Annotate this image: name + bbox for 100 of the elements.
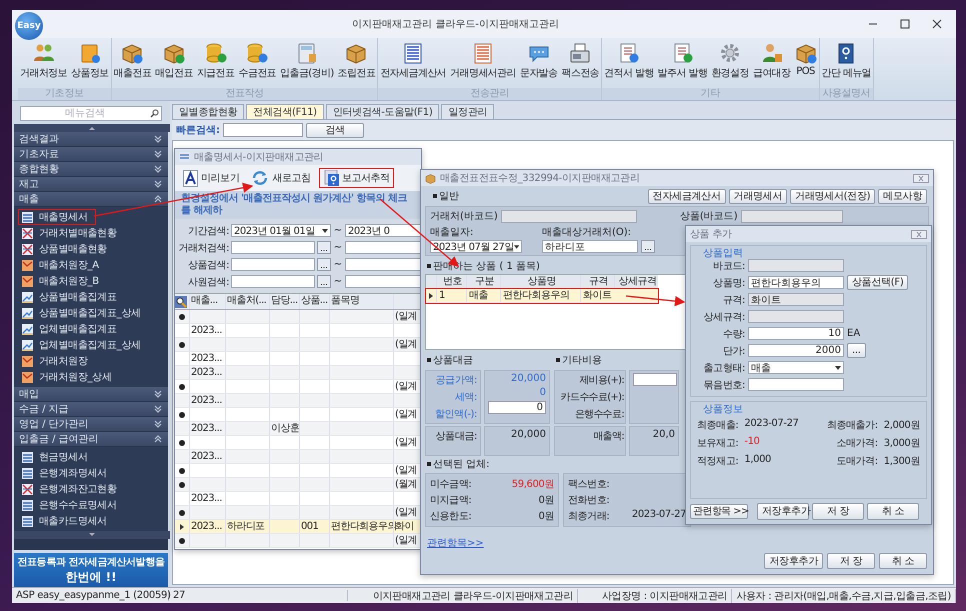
- filter-field[interactable]: [231, 241, 315, 254]
- tab[interactable]: 일정관리: [441, 104, 494, 120]
- toolbar-button[interactable]: 수금전표: [236, 42, 278, 80]
- expand-icon[interactable]: [179, 314, 185, 320]
- expand-icon[interactable]: [179, 412, 185, 418]
- maximize-icon[interactable]: [900, 19, 910, 29]
- toolbar-button[interactable]: 발주서 발행: [656, 42, 710, 80]
- expand-icon[interactable]: [179, 538, 185, 544]
- dialog-button[interactable]: 저장후추가: [757, 503, 809, 520]
- document-button[interactable]: 거래명세서: [728, 189, 788, 204]
- toolbar-button[interactable]: 환경설정: [709, 42, 751, 80]
- tab[interactable]: 일별종합현황: [172, 104, 244, 120]
- lookup-button[interactable]: ...: [317, 241, 331, 254]
- menu-section-header[interactable]: 종합현황: [14, 162, 168, 177]
- menu-section-header[interactable]: 매출: [14, 192, 168, 207]
- search-icon[interactable]: [175, 296, 187, 308]
- filter-field[interactable]: 2023년 0: [345, 224, 421, 237]
- filter-field[interactable]: [345, 241, 421, 254]
- quick-search-field[interactable]: [223, 123, 303, 137]
- toolbar-button[interactable]: 거래명세서관리: [448, 42, 518, 80]
- cost-field[interactable]: [633, 373, 677, 386]
- lookup-button[interactable]: ...: [317, 258, 331, 271]
- menu-item[interactable]: 은행계좌명세서: [18, 465, 164, 481]
- column-header[interactable]: 품목명: [329, 294, 393, 309]
- menu-section-header[interactable]: 매입: [14, 387, 168, 402]
- column-header[interactable]: 매출처(...: [225, 294, 269, 309]
- toolbar-button[interactable]: 상품정보: [69, 42, 111, 80]
- menu-item[interactable]: 매출카드명세서: [18, 513, 164, 529]
- menu-item[interactable]: 상품별매출집계표: [18, 289, 164, 305]
- expand-icon[interactable]: [179, 468, 185, 474]
- menu-item[interactable]: 매출명세서: [18, 209, 96, 225]
- menu-item[interactable]: 업체별매출집계표_상세: [18, 337, 164, 353]
- toolbar-button[interactable]: 지급전표: [194, 42, 236, 80]
- toolbar-button[interactable]: 매입전표: [153, 42, 195, 80]
- select-button[interactable]: ...: [847, 343, 866, 358]
- close-icon[interactable]: [932, 19, 942, 29]
- tab[interactable]: 전체검색(F11): [246, 104, 324, 120]
- tab[interactable]: 인터넷검색-도움말(F1): [326, 104, 440, 120]
- expand-icon[interactable]: [179, 440, 185, 446]
- menu-item[interactable]: 은행계좌잔고현황: [18, 481, 164, 497]
- menu-item[interactable]: 은행수수료명세서: [18, 497, 164, 513]
- menu-item[interactable]: 업체별매출집계표: [18, 321, 164, 337]
- toolbar-button[interactable]: 견적서 발행: [602, 42, 656, 80]
- menu-item[interactable]: 거래처원장: [18, 353, 164, 369]
- menu-item[interactable]: 매출처원장_A: [18, 257, 164, 273]
- toolbar-button[interactable]: 보고서추적: [318, 168, 394, 188]
- related-items-button[interactable]: 관련항목 >>: [690, 504, 748, 519]
- menu-item[interactable]: 상품별매출집계표_상세: [18, 305, 164, 321]
- menu-section-header[interactable]: 검색결과: [14, 132, 168, 147]
- barcode-field[interactable]: [500, 210, 637, 222]
- menu-section-header[interactable]: 수금 / 지급: [14, 402, 168, 417]
- toolbar-button[interactable]: 조립전표: [336, 42, 378, 80]
- toolbar-button[interactable]: 새로고침: [247, 168, 315, 188]
- footer-button[interactable]: 저 장: [827, 553, 875, 569]
- expand-icon[interactable]: [179, 384, 185, 390]
- filter-field[interactable]: [231, 258, 315, 271]
- toolbar-button[interactable]: 미리보기: [179, 168, 244, 188]
- lookup-button[interactable]: ...: [641, 240, 655, 253]
- toolbar-button[interactable]: 문자발송: [518, 42, 560, 80]
- filter-field[interactable]: [345, 275, 421, 288]
- menu-item[interactable]: 매출처원장_B: [18, 273, 164, 289]
- menu-section-header[interactable]: 재고: [14, 177, 168, 192]
- toolbar-button[interactable]: 매출전표: [112, 42, 154, 80]
- column-header[interactable]: 매출...: [189, 294, 225, 309]
- filter-field[interactable]: [231, 275, 315, 288]
- document-button[interactable]: 메모사항: [878, 189, 927, 204]
- menu-item[interactable]: 상품별매출현황: [18, 241, 164, 257]
- toolbar-button[interactable]: 거래처정보: [18, 42, 70, 80]
- toolbar-button[interactable]: 간단 메뉴얼: [820, 42, 874, 80]
- barcode-field[interactable]: [740, 210, 843, 222]
- toolbar-button[interactable]: POS: [792, 42, 819, 77]
- menu-search-field[interactable]: 메뉴검색: [20, 106, 162, 121]
- promo-banner[interactable]: 전표등록과 전자세금계산서발행을 한번에 !!: [14, 553, 168, 587]
- search-button[interactable]: 검색: [306, 122, 364, 138]
- toolbar-button[interactable]: 급여대장: [750, 42, 793, 80]
- expand-icon[interactable]: [179, 510, 185, 516]
- dialog-button[interactable]: 저 장: [812, 503, 864, 520]
- dialog-button[interactable]: 취 소: [867, 503, 919, 520]
- lookup-button[interactable]: ...: [317, 275, 331, 288]
- date-dropdown[interactable]: 2023년 01월 01일: [231, 224, 331, 237]
- text-field[interactable]: 편한다회용우의: [748, 276, 844, 289]
- toolbar-button[interactable]: 전자세금계산서: [378, 42, 448, 80]
- dropdown[interactable]: 매출: [748, 361, 844, 374]
- client-field[interactable]: 하라디포: [542, 240, 638, 253]
- column-header[interactable]: 담당...: [269, 294, 299, 309]
- filter-field[interactable]: [345, 258, 421, 271]
- footer-button[interactable]: 취 소: [879, 553, 927, 569]
- number-field[interactable]: 2000: [748, 344, 844, 357]
- document-button[interactable]: 거래명세서(전장): [790, 189, 876, 204]
- number-field[interactable]: 10: [748, 327, 844, 340]
- toolbar-button[interactable]: 팩스전송: [560, 42, 602, 80]
- menu-section-header[interactable]: 입출금 / 급여관리: [14, 432, 168, 447]
- table-row[interactable]: 1 매출 편한다회용우의 화이트: [426, 289, 658, 303]
- menu-item[interactable]: 거래처별매출현황: [18, 225, 164, 241]
- discount-field[interactable]: 0: [488, 401, 546, 414]
- select-button[interactable]: 상품선택(F): [847, 275, 908, 290]
- column-header[interactable]: 상품...: [299, 294, 329, 309]
- menu-section-header[interactable]: 기초자료: [14, 147, 168, 162]
- text-field[interactable]: [748, 378, 844, 391]
- related-items-link[interactable]: 관련항목>>: [427, 536, 484, 550]
